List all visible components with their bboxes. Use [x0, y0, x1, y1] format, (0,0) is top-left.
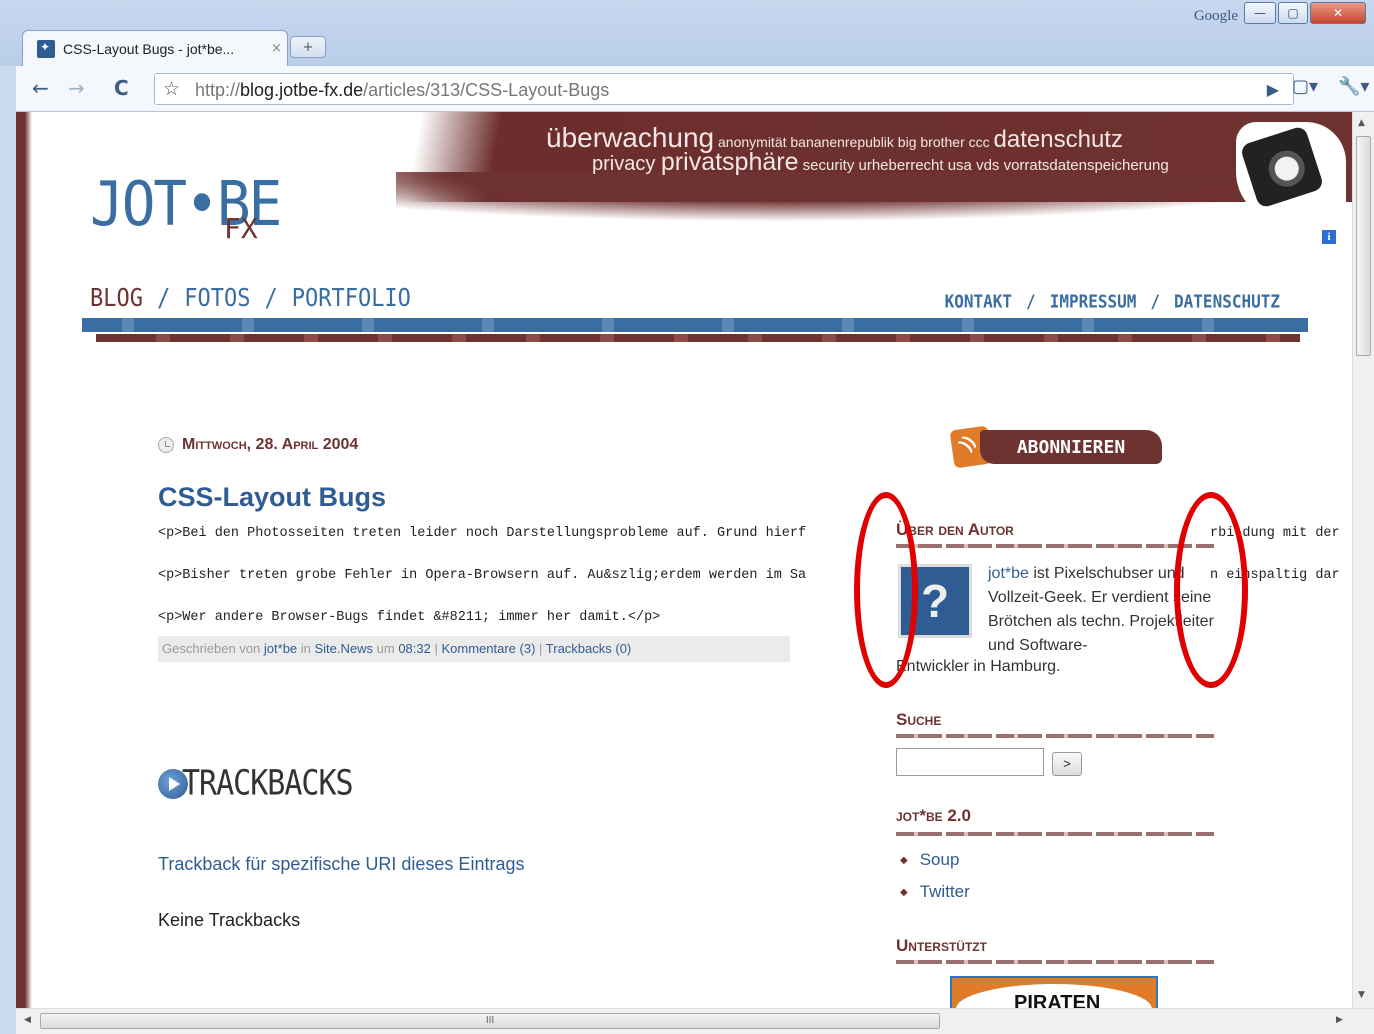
scroll-up-icon[interactable]: ▲	[1358, 118, 1365, 128]
nav-separator: /	[156, 284, 171, 313]
horizontal-scrollbar[interactable]: ◀ III ▶	[16, 1008, 1374, 1034]
post-date-text: Mittwoch, 28. April 2004	[182, 436, 359, 453]
list-item-soup[interactable]: ◆ Soup	[900, 850, 959, 870]
search-title: Suche	[896, 710, 942, 729]
reload-button[interactable]: C	[114, 76, 129, 100]
author-link[interactable]: jot*be	[988, 565, 1029, 582]
meta-author-link[interactable]: jot*be	[264, 641, 297, 656]
nav-separator: /	[1026, 291, 1036, 312]
browser-titlebar: Google — ▢ ✕ CSS-Layout Bugs - jot*be...…	[0, 0, 1374, 66]
scroll-left-icon[interactable]: ◀	[24, 1015, 31, 1025]
tag-privacy[interactable]: privacy	[592, 153, 661, 175]
meta-trackbacks-link[interactable]: Trackbacks (0)	[546, 641, 631, 656]
support-title: Unterstützt	[896, 936, 987, 955]
tab-title: CSS-Layout Bugs - jot*be...	[63, 40, 235, 57]
minimize-button[interactable]: —	[1244, 2, 1276, 24]
page-viewport: überwachung anonymität bananenrepublik b…	[16, 112, 1352, 1008]
vertical-scroll-thumb[interactable]	[1356, 136, 1371, 356]
nav-kontakt[interactable]: KONTAKT	[945, 291, 1012, 312]
meta-time-link[interactable]: 08:32	[398, 641, 431, 656]
list-item-twitter[interactable]: ◆ Twitter	[900, 882, 970, 902]
annotation-circle-right	[1174, 492, 1248, 688]
back-button[interactable]: ←	[32, 76, 49, 100]
post-line-2: <p>Bisher treten grobe Fehler in Opera-B…	[158, 568, 807, 583]
nav-impressum[interactable]: IMPRESSUM	[1050, 291, 1137, 312]
browser-tab[interactable]: CSS-Layout Bugs - jot*be... ×	[22, 30, 288, 66]
main-nav: BLOG / FOTOS / PORTFOLIO	[90, 284, 411, 313]
meta-nav: KONTAKT / IMPRESSUM / DATENSCHUTZ	[945, 291, 1280, 312]
trackback-uri-link[interactable]: Trackback für spezifische URI dieses Ein…	[158, 854, 524, 875]
scroll-down-icon[interactable]: ▼	[1358, 990, 1365, 1000]
maximize-button[interactable]: ▢	[1278, 2, 1308, 24]
new-tab-button[interactable]: +	[290, 36, 326, 58]
piraten-text: PIRATEN	[1014, 992, 1101, 1008]
link-twitter[interactable]: Twitter	[920, 882, 970, 902]
post-date: Mittwoch, 28. April 2004	[158, 436, 358, 454]
tag-privatsphaere[interactable]: privatsphäre	[661, 148, 799, 176]
widget-divider	[896, 960, 1214, 964]
subscribe-button[interactable]: ABONNIEREN	[949, 424, 1164, 470]
subscribe-label: ABONNIEREN	[980, 430, 1162, 464]
meta-at: um	[373, 641, 399, 656]
meta-sep: |	[430, 641, 442, 656]
meta-category-link[interactable]: Site.News	[315, 641, 374, 656]
forward-button[interactable]: →	[68, 76, 85, 100]
meta-written-by: Geschrieben von	[162, 641, 264, 656]
search-button[interactable]: >	[1052, 752, 1082, 776]
clock-icon	[158, 437, 174, 453]
scroll-right-icon[interactable]: ▶	[1336, 1015, 1343, 1025]
widget-divider	[896, 832, 1214, 836]
trackbacks-heading: TRACKBACKS	[158, 763, 354, 804]
bullet-icon: ◆	[900, 854, 908, 866]
search-input[interactable]	[896, 748, 1044, 776]
annotation-circle-left	[854, 492, 918, 688]
nav-stripe-brown	[96, 334, 1300, 342]
nav-datenschutz[interactable]: DATENSCHUTZ	[1174, 291, 1280, 312]
post-title[interactable]: CSS-Layout Bugs	[158, 482, 386, 513]
info-icon[interactable]: i	[1322, 230, 1336, 244]
tag-group-2[interactable]: security urheberrecht usa vds vorratsdat…	[798, 157, 1169, 174]
nav-fotos[interactable]: FOTOS	[184, 284, 250, 313]
nav-stripe-blue	[82, 318, 1308, 332]
author-bio-end: Entwickler in Hamburg.	[896, 658, 1061, 675]
widget-divider	[896, 544, 1214, 548]
tab-close-icon[interactable]: ×	[271, 41, 282, 56]
no-trackbacks-text: Keine Trackbacks	[158, 910, 301, 930]
url-path: /articles/313/CSS-Layout-Bugs	[363, 80, 610, 100]
horizontal-scroll-thumb[interactable]: III	[40, 1013, 940, 1029]
jotbe-title: jot*be 2.0	[896, 806, 971, 825]
trackbacks-heading-text: TRACKBACKS	[182, 763, 354, 804]
nav-separator: /	[1150, 291, 1161, 312]
bookmark-star-icon[interactable]: ☆	[163, 78, 180, 100]
url-domain: blog.jotbe-fx.de	[240, 80, 364, 100]
google-label: Google	[1193, 8, 1238, 24]
widget-divider	[896, 734, 1214, 738]
meta-in: in	[297, 641, 315, 656]
favicon-icon	[37, 39, 55, 58]
close-window-button[interactable]: ✕	[1310, 2, 1366, 24]
link-soup[interactable]: Soup	[920, 850, 960, 870]
address-bar[interactable]: ☆ http://blog.jotbe-fx.de/articles/313/C…	[154, 73, 1294, 105]
nav-portfolio[interactable]: PORTFOLIO	[292, 284, 411, 313]
site-logo-fx: FX	[224, 212, 258, 245]
browser-toolbar: ← → C ☆ http://blog.jotbe-fx.de/articles…	[16, 66, 1374, 112]
meta-sep: |	[535, 641, 546, 656]
post-line-1: <p>Bei den Photosseiten treten leider no…	[158, 526, 807, 541]
wrench-menu-button[interactable]: 🔧▾	[1338, 76, 1369, 97]
piraten-badge[interactable]: PIRATEN	[950, 976, 1158, 1008]
url-text[interactable]: http://blog.jotbe-fx.de/articles/313/CSS…	[195, 80, 609, 101]
url-prefix: http://	[195, 80, 241, 100]
nav-blog[interactable]: BLOG	[90, 284, 143, 313]
page-menu-button[interactable]: ▢▾	[1292, 76, 1318, 97]
post-line-3: <p>Wer andere Browser-Bugs findet &#8211…	[158, 610, 661, 625]
about-author-title: Über den Autor	[896, 520, 1014, 539]
meta-comments-link[interactable]: Kommentare (3)	[441, 641, 535, 656]
nav-separator: /	[264, 284, 278, 313]
left-ribbon-decoration	[16, 112, 34, 1008]
vertical-scrollbar[interactable]: ▲ ▼	[1352, 112, 1374, 1008]
bullet-icon: ◆	[900, 886, 908, 898]
go-icon[interactable]: ▶	[1267, 80, 1279, 99]
post-meta: Geschrieben von jot*be in Site.News um 0…	[158, 636, 790, 662]
tag-cloud-line-2: privacy privatsphäre security urheberrec…	[592, 148, 1169, 177]
